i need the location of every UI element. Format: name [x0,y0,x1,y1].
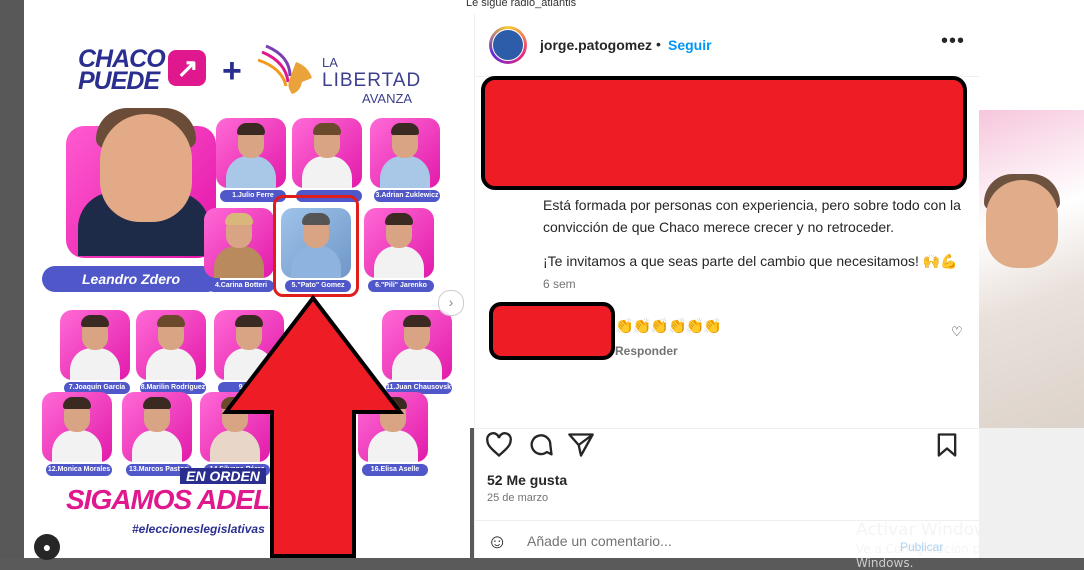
user-tag-icon[interactable]: ● [34,534,60,560]
candidate-3: 3.Adrian Zuklewicz [370,118,440,204]
publish-button[interactable]: Publicar [900,540,943,554]
separator-dot: • [656,36,661,52]
candidate-7: 7.Joaquín García [60,310,130,396]
leader-name-label: Leandro Zdero [42,266,220,292]
llaa-line3: AVANZA [362,91,413,106]
redacted-block-caption [481,76,967,190]
chaco-puede-text: CHACO PUEDE [78,45,166,95]
background-photo [978,110,1084,428]
arrow-up-right-icon: ↗ [168,50,206,86]
post-detail-panel: jorge.patogomez • Seguir ••• Está formad… [474,14,979,558]
heart-icon[interactable] [485,431,513,459]
more-options-icon[interactable]: ••• [941,30,965,53]
caption-paragraph-2: ¡Te invitamos a que seas parte del cambi… [543,253,958,269]
emoji-icon[interactable]: ☺ [487,531,507,554]
share-icon[interactable] [567,431,595,459]
post-header: jorge.patogomez • Seguir ••• [475,14,979,77]
chaco-puede-logo: CHACO PUEDE ↗ [78,45,206,95]
post-date: 25 de marzo [487,492,549,504]
candidate-6: 6."Pili" Jarenko [364,208,434,294]
watermark-line2: Ve a Configuración para activar Windows. [856,542,1046,570]
avatar[interactable] [489,26,527,64]
background-right-content [978,0,1084,558]
candidate-1: 1.Julio Ferre [216,118,286,204]
comment-text: 👏👏👏👏👏👏 [615,318,722,335]
la-libertad-avanza-logo: LA LIBERTAD AVANZA [322,54,421,108]
overlay-left [0,0,24,558]
comment-input[interactable] [527,533,827,549]
bookmark-icon[interactable] [933,431,961,459]
watermark-line1: Activar Windows [856,520,997,540]
next-image-button[interactable]: › [438,290,464,316]
candidate-8: 8.Marilin Rodríguez [136,310,206,396]
plus-icon: + [222,52,242,90]
like-count[interactable]: 52 Me gusta [487,472,567,488]
caption-timestamp[interactable]: 6 sem [543,277,576,291]
candidate-2 [292,118,362,204]
comment-icon[interactable] [527,431,555,459]
comment-like-icon[interactable]: ♡ [951,324,963,340]
leader-face [100,114,192,222]
candidate-4: 4.Carina Botteri [204,208,274,294]
background-photo-face [986,180,1058,268]
red-arrow-annotation-icon [222,294,404,558]
candidate-13: 13.Marcos Pastori [122,392,192,478]
caption-paragraph-1: Está formada por personas con experienci… [543,197,961,235]
username-link[interactable]: jorge.patogomez [540,37,652,53]
follow-button[interactable]: Seguir [668,37,712,53]
redacted-block-commenter [489,302,615,360]
lion-wings-logo-icon [257,44,312,94]
reply-link[interactable]: Responder [615,344,678,358]
windows-activation-watermark: Activar Windows Ve a Configuración para … [856,520,1084,570]
post-caption: Está formada por personas con experienci… [543,194,963,272]
llaa-line2: LIBERTAD [322,70,422,91]
action-bar [475,428,979,463]
background-follow-text: Le sigue radio_atlantis [466,0,577,9]
candidate-12: 12.Monica Morales [42,392,112,478]
background-top-bar: Le sigue radio_atlantis [0,0,1084,14]
highlight-box [273,195,359,297]
